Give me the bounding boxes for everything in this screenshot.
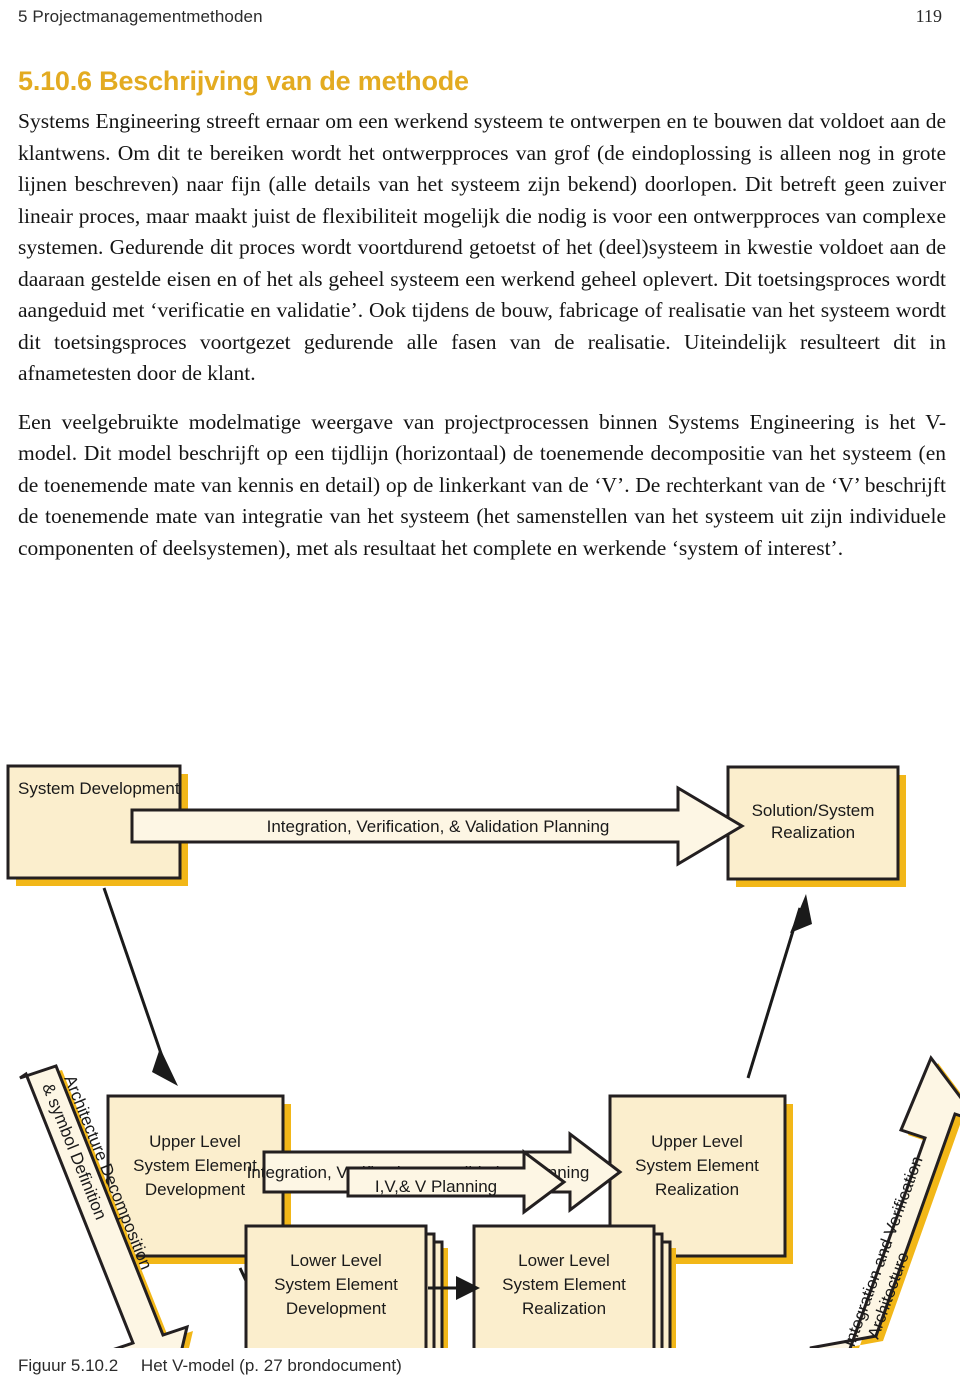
header-page-number: 119	[915, 6, 942, 26]
upper-level-development-label-3: Development	[145, 1180, 245, 1199]
architecture-integration-arrow-group: Architecture Integration and Verificatio…	[809, 1055, 960, 1348]
upper-level-realization-label-3: Realization	[655, 1180, 739, 1199]
connector-sysdev-to-upperdev	[102, 887, 168, 1069]
solution-system-realization-label-2: Realization	[771, 823, 855, 842]
lower-level-realization-label-2: System Element	[502, 1275, 626, 1294]
body-text-column: Systems Engineering streeft ernaar om ee…	[18, 106, 946, 581]
lower-level-realization-label-1: Lower Level	[518, 1251, 610, 1270]
running-header: 5 Projectmanagementmethoden 119	[18, 6, 942, 27]
connector-sysdev-to-upperdev-head	[152, 1048, 178, 1086]
upper-level-development-label-1: Upper Level	[149, 1132, 241, 1151]
figure-caption-text: Het V-model (p. 27 brondocument)	[140, 1356, 402, 1375]
upper-level-realization-label-1: Upper Level	[651, 1132, 743, 1151]
paragraph-2: Een veelgebruikte modelmatige weergave v…	[18, 409, 946, 560]
system-development-label: System Development	[18, 779, 180, 798]
lower-level-development-label-2: System Element	[274, 1275, 398, 1294]
figure-caption-number: Figuur 5.10.2	[18, 1356, 119, 1375]
ivv-planning-top-label: Integration, Verification, & Validation …	[267, 817, 610, 836]
lower-level-development-label-3: Development	[286, 1299, 386, 1318]
ivv-planning-bottom-label: I,V,& V Planning	[375, 1177, 497, 1196]
lower-level-development-label-1: Lower Level	[290, 1251, 382, 1270]
paragraph-1: Systems Engineering streeft ernaar om ee…	[18, 109, 946, 385]
figure-caption: Figuur 5.10.2 Het V-model (p. 27 brondoc…	[18, 1356, 402, 1376]
upper-level-development-label-2: System Element	[133, 1156, 257, 1175]
header-chapter-title: 5 Projectmanagementmethoden	[18, 7, 263, 26]
lower-level-realization-label-3: Realization	[522, 1299, 606, 1318]
solution-system-realization-label-1: Solution/System	[752, 801, 875, 820]
upper-level-realization-label-2: System Element	[635, 1156, 759, 1175]
connector-upperreal-to-solution-head	[790, 894, 812, 933]
v-model-figure: .bx { fill:#fbeecd; stroke:#231f20; stro…	[0, 748, 960, 1348]
v-model-diagram: .bx { fill:#fbeecd; stroke:#231f20; stro…	[6, 764, 960, 1348]
section-heading: 5.10.6 Beschrijving van de methode	[18, 66, 469, 96]
document-page: 5 Projectmanagementmethoden 119 5.10.6 B…	[0, 0, 960, 1395]
connector-upperreal-to-solution	[746, 907, 802, 1079]
